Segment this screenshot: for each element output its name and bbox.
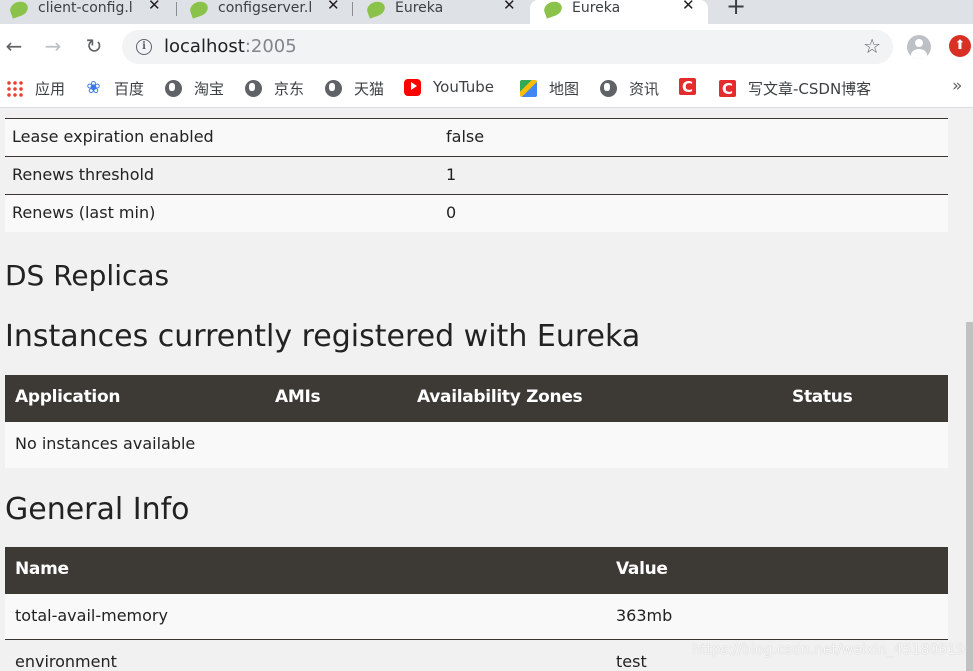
globe-icon (245, 80, 262, 97)
close-icon[interactable]: ✕ (503, 0, 516, 14)
bookmark-label: 应用 (35, 80, 66, 98)
spring-leaf-icon (365, 0, 387, 19)
bookmark-label: 资讯 (629, 80, 660, 98)
row-value: 363mb (616, 606, 673, 625)
spring-leaf-icon (188, 0, 210, 19)
csdn-icon: C (679, 78, 696, 96)
tab-separator (176, 2, 177, 16)
table-header: Name Value (5, 547, 948, 594)
spring-leaf-icon (8, 0, 30, 19)
table-row: Renews (last min) 0 (5, 194, 948, 232)
bookmarks-more-icon[interactable]: » (952, 76, 962, 96)
column-header: Application (15, 387, 121, 407)
tab-strip: client-config.l ✕ configserver.l ✕ Eurek… (0, 0, 973, 24)
baidu-paw-icon: ❀ (86, 78, 101, 98)
bookmark-baidu[interactable]: ❀ 百度 (85, 78, 144, 99)
bookmark-label: YouTube (433, 78, 494, 96)
instances-table: Application AMIs Availability Zones Stat… (5, 375, 948, 468)
page-content: Lease expiration enabled false Renews th… (0, 109, 973, 671)
bookmark-label: 京东 (274, 80, 305, 98)
tab-client-config[interactable]: client-config.l ✕ (8, 0, 170, 24)
bookmark-taobao[interactable]: 淘宝 (165, 78, 224, 99)
table-row: Lease expiration enabled false (5, 118, 948, 156)
bookmark-tmall[interactable]: 天猫 (325, 78, 384, 99)
row-value: 1 (446, 165, 457, 184)
column-header: AMIs (275, 387, 321, 407)
row-name: environment (15, 652, 117, 671)
bookmark-youtube[interactable]: YouTube (404, 78, 494, 96)
column-header: Name (15, 559, 69, 579)
table-row: Renews threshold 1 (5, 156, 948, 194)
tab-label: Eureka (572, 0, 621, 16)
globe-icon (600, 80, 617, 97)
forward-icon[interactable]: → (42, 34, 64, 58)
bookmark-csdn-write[interactable]: C 写文章-CSDN博客 (719, 78, 871, 99)
row-name: Lease expiration enabled (12, 127, 214, 146)
profile-avatar-icon[interactable] (907, 35, 931, 59)
bookmark-label: 淘宝 (194, 80, 225, 98)
tab-label: Eureka (395, 0, 444, 16)
bookmark-jd[interactable]: 京东 (245, 78, 304, 99)
apps-icon (6, 80, 23, 97)
row-name: Renews threshold (12, 165, 155, 184)
instances-heading: Instances currently registered with Eure… (5, 319, 641, 354)
row-value: 0 (446, 203, 457, 222)
tab-eureka[interactable]: Eureka ✕ (365, 0, 527, 24)
bookmark-label: 地图 (549, 80, 580, 98)
back-icon[interactable]: ← (3, 34, 25, 58)
column-header: Availability Zones (417, 387, 583, 407)
table-row: No instances available (5, 422, 948, 468)
table-header: Application AMIs Availability Zones Stat… (5, 375, 948, 422)
general-info-heading: General Info (5, 492, 190, 527)
url-text[interactable]: localhost:2005 (164, 36, 297, 57)
url-host: localhost (164, 36, 245, 57)
maps-icon (520, 80, 537, 97)
bookmark-csdn[interactable]: C (679, 78, 696, 96)
globe-icon (325, 80, 342, 97)
browser-toolbar: ← → ↻ i localhost:2005 ☆ ⬆ (0, 24, 973, 69)
bookmark-maps[interactable]: 地图 (520, 78, 579, 99)
tab-eureka-active[interactable]: Eureka ✕ (530, 0, 708, 24)
spring-leaf-icon (542, 0, 564, 19)
bookmark-apps[interactable]: 应用 (6, 78, 65, 99)
ds-replicas-heading: DS Replicas (5, 259, 170, 292)
close-icon[interactable]: ✕ (148, 0, 161, 14)
bookmark-label: 百度 (114, 80, 145, 98)
bookmark-news[interactable]: 资讯 (600, 78, 659, 99)
column-header: Value (616, 559, 668, 579)
globe-icon (165, 80, 182, 97)
tab-label: configserver.l (218, 0, 313, 16)
youtube-icon (404, 78, 421, 96)
url-port: :2005 (244, 36, 297, 57)
tab-label: client-config.l (38, 0, 133, 16)
column-header: Status (792, 387, 853, 407)
info-icon[interactable]: i (136, 39, 152, 55)
empty-message: No instances available (15, 434, 196, 453)
new-tab-button[interactable]: + (726, 0, 746, 20)
vertical-scrollbar[interactable] (966, 322, 973, 671)
watermark: https://blog.csdn.net/weixin_45180919 (692, 642, 966, 658)
address-bar[interactable]: i localhost:2005 ☆ (122, 30, 893, 64)
tab-configserver[interactable]: configserver.l ✕ (188, 0, 350, 24)
row-value: false (446, 127, 485, 146)
bookmark-label: 写文章-CSDN博客 (748, 80, 872, 98)
reload-icon[interactable]: ↻ (83, 34, 105, 58)
lease-info-table: Lease expiration enabled false Renews th… (5, 118, 948, 232)
row-name: total-avail-memory (15, 606, 168, 625)
bookmarks-bar: 应用 ❀ 百度 淘宝 京东 天猫 YouTube 地图 资讯 C C 写文章-C… (0, 69, 973, 108)
bookmark-star-icon[interactable]: ☆ (863, 34, 881, 58)
close-icon[interactable]: ✕ (682, 0, 695, 14)
bookmark-label: 天猫 (354, 80, 385, 98)
csdn-icon: C (719, 80, 736, 98)
tab-separator (352, 2, 353, 16)
close-icon[interactable]: ✕ (327, 0, 340, 14)
extension-icon[interactable]: ⬆ (949, 35, 971, 57)
table-row: total-avail-memory 363mb (5, 594, 948, 640)
row-value: test (616, 652, 647, 671)
row-name: Renews (last min) (12, 203, 156, 222)
